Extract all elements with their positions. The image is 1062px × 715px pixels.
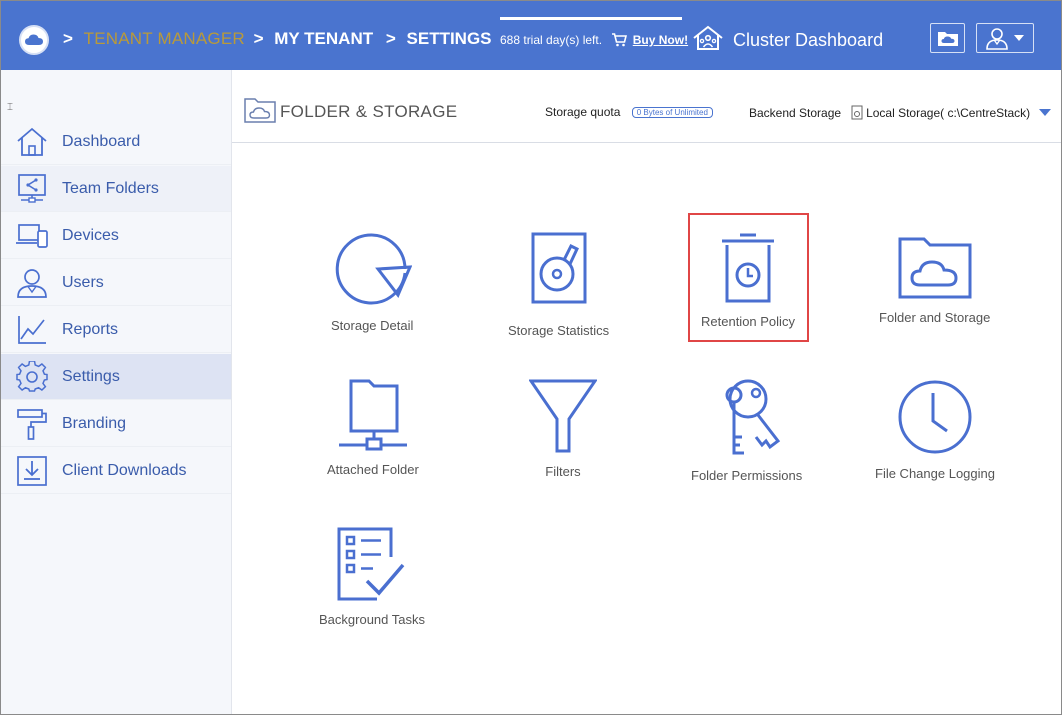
tile-label: Folder Permissions (691, 468, 803, 483)
pie-chart-icon (332, 231, 413, 312)
sidebar-item-branding[interactable]: Branding (1, 401, 231, 447)
cloud-folder-icon (244, 97, 276, 128)
backend-storage-select[interactable]: Local Storage( c:\CentreStack) (851, 105, 1030, 120)
team-folders-icon (15, 172, 49, 206)
tile-label: Filters (545, 464, 581, 479)
sidebar-item-label: Users (62, 273, 104, 291)
cloud-folder-button[interactable] (930, 23, 965, 53)
cloud-folder-icon (898, 237, 972, 304)
breadcrumb: > TENANT MANAGER > MY TENANT > SETTINGS (63, 29, 492, 49)
backend-storage-value: Local Storage( c:\CentreStack) (866, 105, 1031, 120)
cart-icon (611, 33, 628, 50)
sidebar-item-settings[interactable]: Settings (1, 354, 231, 400)
breadcrumb-my-tenant[interactable]: MY TENANT (274, 29, 373, 48)
page-title: FOLDER & STORAGE (280, 102, 458, 121)
sidebar-item-team-folders[interactable]: Team Folders (1, 166, 231, 212)
sidebar-item-label: Reports (62, 320, 119, 338)
sidebar-item-label: Client Downloads (62, 461, 187, 479)
cluster-house-icon (691, 25, 725, 56)
breadcrumb-separator: > (63, 29, 73, 48)
backend-storage: Backend Storage Local Storage( c:\Centre… (749, 105, 1052, 120)
user-menu-button[interactable] (976, 23, 1034, 53)
tile-storage-statistics[interactable]: Storage Statistics (508, 232, 609, 338)
gear-icon (15, 360, 49, 394)
devices-icon (15, 219, 49, 253)
tile-attached-folder[interactable]: Attached Folder (327, 379, 419, 477)
sidebar-item-reports[interactable]: Reports (1, 307, 231, 353)
tile-background-tasks[interactable]: Background Tasks (319, 527, 425, 627)
keys-icon (712, 379, 782, 462)
sidebar-item-dashboard[interactable]: Dashboard (1, 119, 231, 165)
storage-quota: Storage quota 0 Bytes of Unlimited (545, 105, 713, 119)
sidebar-item-label: Branding (62, 414, 127, 432)
cluster-dashboard-link[interactable]: Cluster Dashboard (691, 25, 883, 56)
tile-folder-permissions[interactable]: Folder Permissions (691, 379, 802, 483)
trial-days-text: 688 trial day(s) left. (500, 33, 603, 47)
logo-icon[interactable] (19, 25, 49, 55)
cluster-dashboard-label: Cluster Dashboard (733, 30, 884, 50)
sidebar-item-label: Team Folders (62, 179, 159, 197)
hard-disk-icon (531, 232, 587, 317)
highlight-box (688, 213, 809, 342)
tile-label: Background Tasks (319, 612, 425, 627)
sidebar-item-client-downloads[interactable]: Client Downloads (1, 448, 231, 494)
sidebar-item-users[interactable]: Users (1, 260, 231, 306)
backend-storage-label: Backend Storage (749, 105, 842, 120)
disk-icon (851, 105, 863, 120)
app-window: > TENANT MANAGER > MY TENANT > SETTINGS … (0, 0, 1062, 715)
sidebar-item-label: Settings (62, 367, 120, 385)
tile-label: Folder and Storage (879, 310, 991, 325)
chevron-down-icon (1013, 34, 1025, 42)
home-icon (15, 125, 49, 159)
funnel-icon (528, 379, 598, 458)
user-avatar-icon (985, 26, 1011, 50)
storage-quota-badge: 0 Bytes of Unlimited (631, 107, 713, 118)
breadcrumb-separator: > (385, 29, 396, 48)
download-icon (15, 454, 49, 488)
tile-file-change-logging[interactable]: File Change Logging (875, 379, 995, 481)
chevron-down-icon[interactable] (1038, 106, 1052, 120)
tile-label: Storage Statistics (508, 323, 610, 338)
trial-notice: 688 trial day(s) left. Buy Now! (500, 17, 688, 50)
breadcrumb-separator: > (253, 29, 264, 48)
buy-now-link[interactable]: Buy Now! (633, 33, 688, 47)
storage-quota-label: Storage quota (545, 105, 621, 119)
breadcrumb-settings: SETTINGS (406, 29, 492, 48)
chart-icon (15, 313, 49, 347)
tile-folder-and-storage[interactable]: Folder and Storage (879, 237, 990, 325)
tile-label: File Change Logging (875, 466, 995, 481)
sidebar-item-label: Dashboard (62, 132, 141, 150)
paint-roller-icon (15, 407, 49, 441)
clock-icon (897, 379, 973, 460)
sidebar-item-devices[interactable]: Devices (1, 213, 231, 259)
top-header: > TENANT MANAGER > MY TENANT > SETTINGS … (1, 1, 1061, 70)
sidebar-item-label: Devices (62, 226, 119, 244)
sidebar: ⌶ Dashboard Team Folders Devices Users R… (1, 70, 232, 714)
tile-storage-detail[interactable]: Storage Detail (331, 231, 413, 333)
user-icon (15, 266, 49, 300)
page-title-bar: FOLDER & STORAGE Storage quota 0 Bytes o… (232, 70, 1061, 143)
breadcrumb-tenant-manager[interactable]: TENANT MANAGER (84, 29, 245, 48)
tile-label: Attached Folder (327, 462, 419, 477)
sidebar-collapse-toggle[interactable]: ⌶ (7, 102, 13, 113)
tile-label: Storage Detail (331, 318, 414, 333)
tile-filters[interactable]: Filters (528, 379, 598, 479)
checklist-icon (337, 527, 407, 606)
network-folder-icon (337, 379, 409, 456)
